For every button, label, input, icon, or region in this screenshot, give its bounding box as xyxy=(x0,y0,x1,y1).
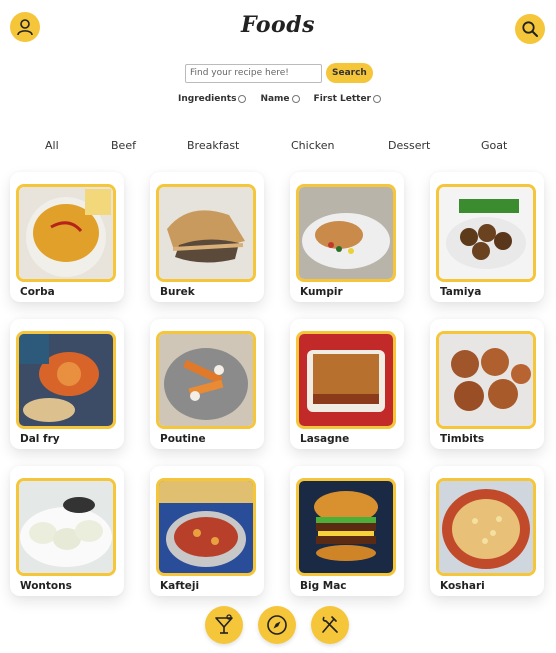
meal-name: Kumpir xyxy=(300,286,343,298)
meal-image xyxy=(436,184,536,282)
meal-image xyxy=(16,184,116,282)
meal-name: Big Mac xyxy=(300,580,347,592)
meal-name: Corba xyxy=(20,286,55,298)
meal-image xyxy=(16,331,116,429)
category-tabs: All Beef Breakfast Chicken Dessert Goat xyxy=(0,139,556,155)
meal-name: Burek xyxy=(160,286,195,298)
search-button[interactable]: Search xyxy=(326,63,373,83)
meal-card[interactable]: Koshari xyxy=(430,466,544,596)
compass-icon xyxy=(267,615,287,635)
tab-breakfast[interactable]: Breakfast xyxy=(187,139,239,152)
meal-name: Wontons xyxy=(20,580,72,592)
meal-card[interactable]: Lasagne xyxy=(290,319,404,449)
tab-all[interactable]: All xyxy=(45,139,59,152)
meal-card[interactable]: Timbits xyxy=(430,319,544,449)
meal-card[interactable]: Tamiya xyxy=(430,172,544,302)
meal-name: Koshari xyxy=(440,580,485,592)
meal-name: Tamiya xyxy=(440,286,482,298)
meal-image xyxy=(436,331,536,429)
meal-card[interactable]: Wontons xyxy=(10,466,124,596)
meal-image xyxy=(156,331,256,429)
meal-name: Lasagne xyxy=(300,433,350,445)
filter-ingredients[interactable]: Ingredients xyxy=(178,94,247,104)
fork-knife-icon xyxy=(322,616,338,633)
meal-image xyxy=(16,478,116,576)
tab-dessert[interactable]: Dessert xyxy=(388,139,430,152)
meal-card[interactable]: Big Mac xyxy=(290,466,404,596)
meal-card[interactable]: Burek xyxy=(150,172,264,302)
filter-label: First Letter xyxy=(313,94,371,104)
header-search-button[interactable] xyxy=(515,14,545,44)
meal-image xyxy=(296,478,396,576)
radio-ingredients[interactable] xyxy=(238,95,247,103)
search-input[interactable] xyxy=(185,63,322,83)
meal-card[interactable]: Corba xyxy=(10,172,124,302)
meal-name: Dal fry xyxy=(20,433,60,445)
meal-card[interactable]: Poutine xyxy=(150,319,264,449)
explore-nav-button[interactable] xyxy=(258,606,296,644)
search-icon xyxy=(522,21,538,37)
search-filter-options: Ingredients Name First Letter xyxy=(178,94,381,104)
meal-name: Poutine xyxy=(160,433,206,445)
meal-card[interactable]: Kafteji xyxy=(150,466,264,596)
page-title: Foods xyxy=(240,12,316,38)
meal-card[interactable]: Dal fry xyxy=(10,319,124,449)
meal-card[interactable]: Kumpir xyxy=(290,172,404,302)
search-bar: Search xyxy=(185,63,373,83)
tab-beef[interactable]: Beef xyxy=(111,139,136,152)
meal-name: Timbits xyxy=(440,433,485,445)
cocktail-icon xyxy=(215,614,233,634)
meal-image xyxy=(296,184,396,282)
filter-first-letter[interactable]: First Letter xyxy=(314,94,381,104)
filter-label: Ingredients xyxy=(178,94,237,104)
tab-chicken[interactable]: Chicken xyxy=(291,139,334,152)
radio-name[interactable] xyxy=(291,95,300,103)
meal-image xyxy=(156,478,256,576)
meal-name: Kafteji xyxy=(160,580,200,592)
radio-first-letter[interactable] xyxy=(373,95,381,103)
app-header: Foods xyxy=(0,0,556,60)
meals-nav-button[interactable] xyxy=(311,606,349,644)
drinks-nav-button[interactable] xyxy=(205,606,243,644)
meal-image xyxy=(436,478,536,576)
filter-label: Name xyxy=(260,94,290,104)
bottom-navigation xyxy=(0,604,556,649)
meal-image xyxy=(296,331,396,429)
tab-goat[interactable]: Goat xyxy=(481,139,507,152)
meal-image xyxy=(156,184,256,282)
filter-name[interactable]: Name xyxy=(260,94,300,104)
